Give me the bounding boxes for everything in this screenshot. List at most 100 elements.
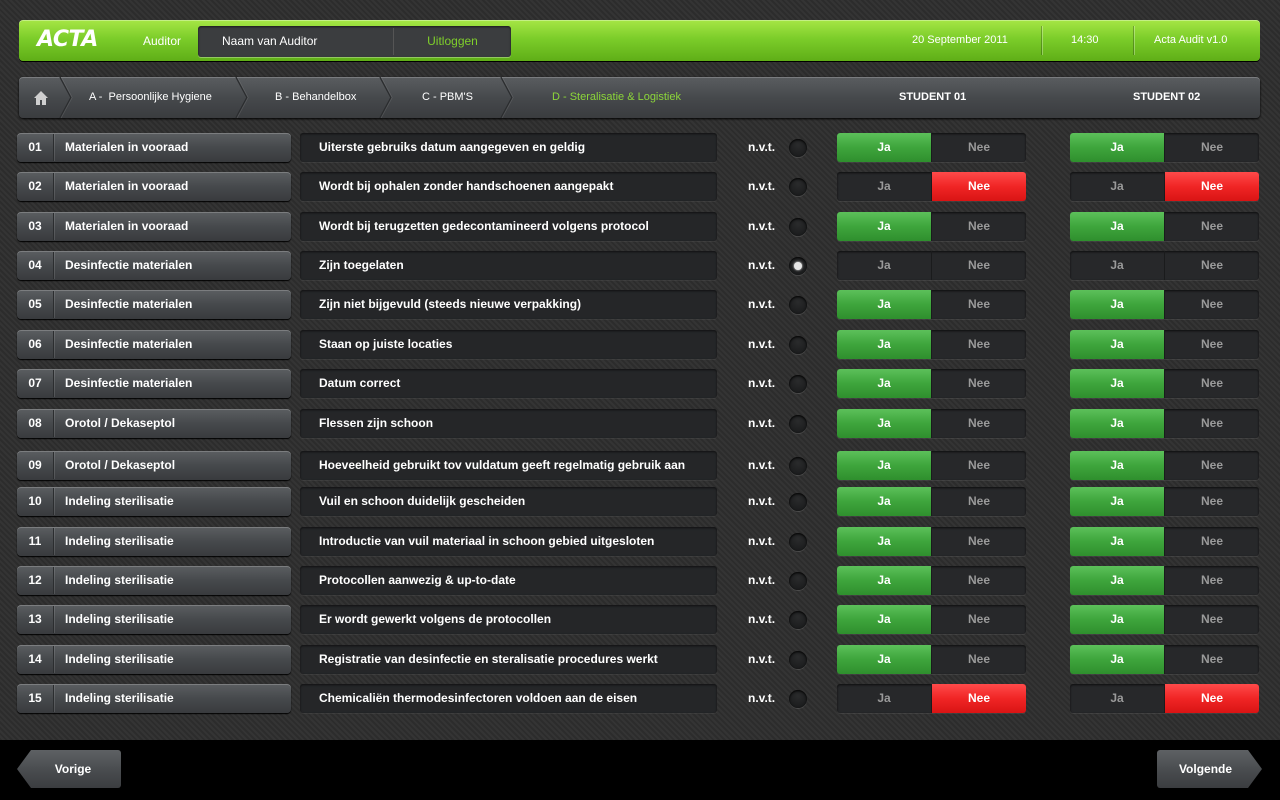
nvt-label: n.v.t. [748, 219, 776, 233]
student2-nee-button[interactable]: Nee [1165, 605, 1259, 634]
student2-nee-button[interactable]: Nee [1165, 684, 1259, 713]
student2-nee-button[interactable]: Nee [1165, 409, 1259, 438]
student1-nee-button[interactable]: Nee [932, 212, 1026, 241]
student1-nee-button[interactable]: Nee [932, 605, 1026, 634]
student2-ja-button[interactable]: Ja [1070, 451, 1164, 480]
student1-nee-button[interactable]: Nee [932, 527, 1026, 556]
student1-ja-button[interactable]: Ja [837, 330, 931, 359]
student2-nee-button[interactable]: Nee [1165, 330, 1259, 359]
student2-nee-button[interactable]: Nee [1165, 451, 1259, 480]
student2-ja-button[interactable]: Ja [1070, 172, 1164, 201]
question-box: Vuil en schoon duidelijk gescheiden [300, 487, 717, 516]
student1-ja-button[interactable]: Ja [837, 290, 931, 319]
student2-nee-button[interactable]: Nee [1165, 133, 1259, 162]
student2-ja-button[interactable]: Ja [1070, 684, 1164, 713]
nvt-radio[interactable] [789, 296, 807, 314]
student2-nee-button[interactable]: Nee [1165, 487, 1259, 516]
student1-nee-button[interactable]: Nee [932, 451, 1026, 480]
nvt-radio[interactable] [789, 457, 807, 475]
student2-nee-button[interactable]: Nee [1165, 251, 1259, 280]
nvt-radio[interactable] [789, 257, 807, 275]
student1-nee-button[interactable]: Nee [932, 645, 1026, 674]
student2-ja-button[interactable]: Ja [1070, 290, 1164, 319]
question-box: Uiterste gebruiks datum aangegeven en ge… [300, 133, 717, 162]
student1-ja-button[interactable]: Ja [837, 566, 931, 595]
home-icon[interactable] [33, 90, 49, 106]
student1-ja-button[interactable]: Ja [837, 409, 931, 438]
tab-pbms[interactable]: C - PBM'S [422, 77, 473, 118]
student2-ja-button[interactable]: Ja [1070, 369, 1164, 398]
previous-button[interactable]: Vorige [17, 750, 121, 788]
tab-behandelbox[interactable]: B - Behandelbox [275, 77, 356, 118]
student1-ja-button[interactable]: Ja [837, 172, 931, 201]
student2-ja-button[interactable]: Ja [1070, 330, 1164, 359]
nvt-radio[interactable] [789, 572, 807, 590]
student1-nee-button[interactable]: Nee [932, 566, 1026, 595]
student2-ja-button[interactable]: Ja [1070, 645, 1164, 674]
divider [53, 646, 54, 673]
nvt-radio[interactable] [789, 375, 807, 393]
student1-nee-button[interactable]: Nee [932, 172, 1026, 201]
student1-ja-button[interactable]: Ja [837, 451, 931, 480]
student1-ja-button[interactable]: Ja [837, 369, 931, 398]
student1-nee-button[interactable]: Nee [932, 369, 1026, 398]
nvt-label: n.v.t. [748, 458, 776, 472]
student2-nee-button[interactable]: Nee [1165, 566, 1259, 595]
logout-button[interactable]: Uitloggen [394, 26, 511, 57]
student2-ja-button[interactable]: Ja [1070, 133, 1164, 162]
nvt-radio[interactable] [789, 690, 807, 708]
student2-nee-button[interactable]: Nee [1165, 645, 1259, 674]
student1-nee-button[interactable]: Nee [932, 330, 1026, 359]
student2-nee-button[interactable]: Nee [1165, 212, 1259, 241]
student1-ja-button[interactable]: Ja [837, 605, 931, 634]
student1-nee-button[interactable]: Nee [932, 684, 1026, 713]
tab-persoonlijke-hygiene[interactable]: A - Persoonlijke Hygiene [89, 77, 212, 118]
student1-nee-button[interactable]: Nee [932, 133, 1026, 162]
nvt-radio[interactable] [789, 651, 807, 669]
student2-nee-button[interactable]: Nee [1165, 369, 1259, 398]
next-button[interactable]: Volgende [1157, 750, 1262, 788]
nvt-label: n.v.t. [748, 297, 776, 311]
student1-toggle: Ja Nee [837, 527, 1026, 556]
row-category-pill: 08 Orotol / Dekaseptol [17, 409, 291, 438]
question-box: Wordt bij terugzetten gedecontamineerd v… [300, 212, 717, 241]
student1-nee-button[interactable]: Nee [932, 251, 1026, 280]
question-box: Er wordt gewerkt volgens de protocollen [300, 605, 717, 634]
tab-steralisatie-logistiek[interactable]: D - Steralisatie & Logistiek [552, 77, 681, 118]
student1-ja-button[interactable]: Ja [837, 133, 931, 162]
student2-ja-button[interactable]: Ja [1070, 487, 1164, 516]
nvt-radio[interactable] [789, 611, 807, 629]
student1-ja-button[interactable]: Ja [837, 684, 931, 713]
nvt-radio[interactable] [789, 139, 807, 157]
student2-ja-button[interactable]: Ja [1070, 212, 1164, 241]
nvt-label: n.v.t. [748, 337, 776, 351]
student1-ja-button[interactable]: Ja [837, 212, 931, 241]
student2-ja-button[interactable]: Ja [1070, 251, 1164, 280]
student1-ja-button[interactable]: Ja [837, 487, 931, 516]
nvt-radio[interactable] [789, 218, 807, 236]
student2-ja-button[interactable]: Ja [1070, 605, 1164, 634]
student2-nee-button[interactable]: Nee [1165, 290, 1259, 319]
row-category: Indeling sterilisatie [65, 573, 174, 587]
student2-ja-button[interactable]: Ja [1070, 527, 1164, 556]
nvt-radio[interactable] [789, 533, 807, 551]
nvt-radio[interactable] [789, 336, 807, 354]
student1-ja-button[interactable]: Ja [837, 645, 931, 674]
student2-toggle: Ja Nee [1070, 409, 1259, 438]
student1-ja-button[interactable]: Ja [837, 251, 931, 280]
divider [53, 528, 54, 555]
row-category: Desinfectie materialen [65, 297, 193, 311]
student1-toggle: Ja Nee [837, 566, 1026, 595]
nvt-radio[interactable] [789, 415, 807, 433]
student2-nee-button[interactable]: Nee [1165, 527, 1259, 556]
student1-nee-button[interactable]: Nee [932, 409, 1026, 438]
student1-ja-button[interactable]: Ja [837, 527, 931, 556]
student1-nee-button[interactable]: Nee [932, 487, 1026, 516]
student2-nee-button[interactable]: Nee [1165, 172, 1259, 201]
student1-nee-button[interactable]: Nee [932, 290, 1026, 319]
student2-ja-button[interactable]: Ja [1070, 409, 1164, 438]
nvt-radio[interactable] [789, 178, 807, 196]
table-row: 02 Materialen in vooraad Wordt bij ophalen… [0, 172, 1280, 202]
student2-ja-button[interactable]: Ja [1070, 566, 1164, 595]
nvt-radio[interactable] [789, 493, 807, 511]
